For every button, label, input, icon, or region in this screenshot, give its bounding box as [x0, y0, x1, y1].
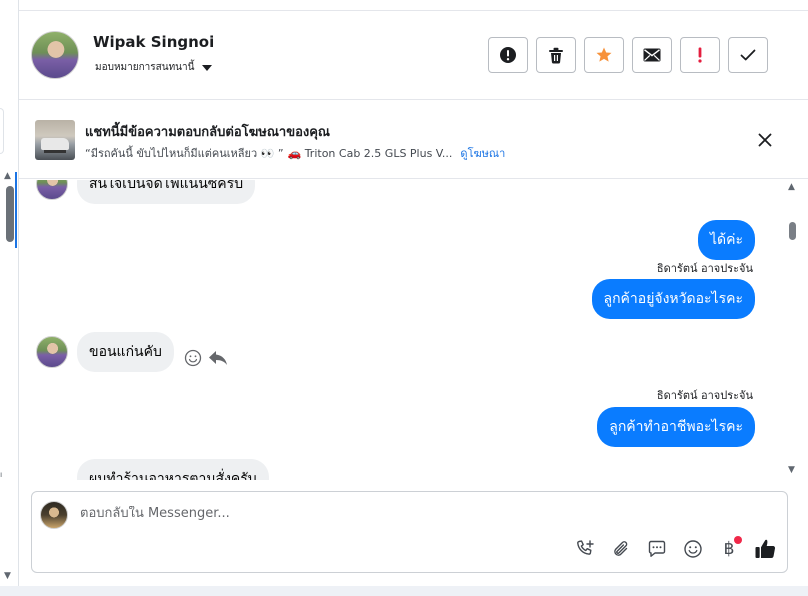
follow-up-button[interactable]	[680, 37, 720, 73]
react-emoji-icon[interactable]	[184, 349, 202, 367]
view-ad-link[interactable]: ดูโฆษณา	[460, 144, 505, 162]
incoming-message: ผมทำร้านอาหารตามสั่งครับ	[36, 459, 269, 480]
reply-input[interactable]	[80, 506, 680, 521]
notification-dot	[734, 536, 742, 544]
incoming-message: สนใจเป็นจัดไฟแนนซ์ครับ	[36, 180, 256, 204]
assign-conversation-label: มอบหมายการสนทนานี้	[95, 62, 195, 73]
contact-avatar-small[interactable]	[36, 336, 68, 368]
sender-name: ธิดารัตน์ อาจประจัน	[656, 262, 753, 275]
star-button[interactable]	[584, 37, 624, 73]
alert-circle-icon	[500, 47, 516, 63]
baht-icon: ฿	[723, 539, 735, 559]
reply-composer: ฿	[31, 491, 788, 573]
message-thread[interactable]: สนใจเป็นจัดไฟแนนซ์ครับ ได้ค่ะ ธิดารัตน์ …	[19, 180, 808, 480]
saved-replies-button[interactable]	[646, 538, 668, 560]
star-icon	[596, 47, 612, 62]
outgoing-message[interactable]: ลูกค้าอยู่จังหวัดอะไรคะ	[591, 279, 755, 319]
left-scroll-down-arrow[interactable]: ▼	[4, 572, 11, 581]
attach-button[interactable]	[610, 538, 632, 560]
left-scroll-up-arrow[interactable]: ▲	[4, 172, 11, 181]
message-hover-actions	[184, 349, 228, 367]
saved-reply-icon	[648, 540, 666, 557]
left-scrollbar-thumb[interactable]	[6, 186, 14, 242]
chat-scroll-up-arrow[interactable]: ▲	[788, 183, 795, 192]
ad-thumbnail[interactable]	[35, 120, 75, 160]
composer-tools: ฿	[574, 536, 776, 560]
ad-banner-details: “มีรถคันนี้ ขับไปไหนก็มีแต่คนเหลียว 👀 ” …	[85, 144, 505, 162]
contact-name[interactable]: Wipak Singnoi	[93, 33, 214, 51]
done-button[interactable]	[728, 37, 768, 73]
contact-avatar-small[interactable]	[36, 180, 68, 200]
selected-conversation-indicator	[15, 172, 17, 248]
close-banner-button[interactable]	[754, 129, 776, 151]
emoji-button[interactable]	[682, 538, 704, 560]
caret-down-icon	[202, 64, 213, 71]
call-button[interactable]	[574, 538, 596, 560]
close-icon	[758, 133, 772, 147]
envelope-icon	[643, 48, 661, 62]
spam-button[interactable]	[488, 37, 528, 73]
contact-avatar[interactable]	[31, 31, 79, 79]
ad-quote: “มีรถคันนี้ ขับไปไหนก็มีแต่คนเหลียว 👀 ”	[85, 147, 284, 160]
page-avatar	[40, 501, 68, 529]
like-button[interactable]	[754, 538, 776, 560]
left-panel-marker: ı	[0, 470, 3, 479]
ad-reply-banner: แชทนี้มีข้อความตอบกลับต่อโฆษณาของคุณ “มี…	[19, 101, 808, 179]
left-panel-edge: ▲ ı ▼	[0, 0, 19, 586]
thumbs-up-icon	[755, 539, 776, 559]
conversation-panel: Wipak Singnoi มอบหมายการสนทนานี้ แชทนี้ม…	[19, 0, 808, 586]
emoji-icon	[684, 540, 702, 558]
header-actions	[488, 37, 768, 73]
ad-banner-title: แชทนี้มีข้อความตอบกลับต่อโฆษณาของคุณ	[85, 125, 330, 140]
message-bubble[interactable]: ขอนแก่นคับ	[77, 332, 174, 372]
chat-scrollbar-thumb[interactable]	[789, 222, 796, 240]
outgoing-message[interactable]: ได้ค่ะ	[697, 220, 755, 260]
outgoing-message[interactable]: ลูกค้าทำอาชีพอะไรคะ	[597, 407, 755, 447]
assign-conversation-dropdown[interactable]: มอบหมายการสนทนานี้	[95, 60, 213, 75]
ad-product: 🚗 Triton Cab 2.5 GLS Plus V...	[287, 146, 453, 160]
payment-button[interactable]: ฿	[718, 536, 742, 560]
page-bottom-edge	[0, 586, 808, 596]
delete-button[interactable]	[536, 37, 576, 73]
reply-icon[interactable]	[208, 350, 228, 366]
conversation-header: Wipak Singnoi มอบหมายการสนทนานี้	[19, 11, 808, 100]
incoming-message: ขอนแก่นคับ	[36, 332, 228, 372]
trash-icon	[549, 47, 563, 64]
exclamation-icon	[698, 47, 702, 63]
phone-plus-icon	[577, 540, 594, 555]
mark-unread-button[interactable]	[632, 37, 672, 73]
message-bubble[interactable]: สนใจเป็นจัดไฟแนนซ์ครับ	[77, 180, 256, 204]
sender-name: ธิดารัตน์ อาจประจัน	[656, 389, 753, 402]
message-bubble[interactable]: ผมทำร้านอาหารตามสั่งครับ	[77, 459, 269, 480]
paperclip-icon	[614, 541, 628, 556]
left-panel-tab[interactable]	[0, 108, 4, 154]
chat-scroll-down-arrow[interactable]: ▼	[788, 466, 795, 475]
inbox-app: ▲ ı ▼ Wipak Singnoi มอบหมายการสนทนานี้ แ…	[0, 0, 808, 596]
check-icon	[740, 49, 756, 61]
